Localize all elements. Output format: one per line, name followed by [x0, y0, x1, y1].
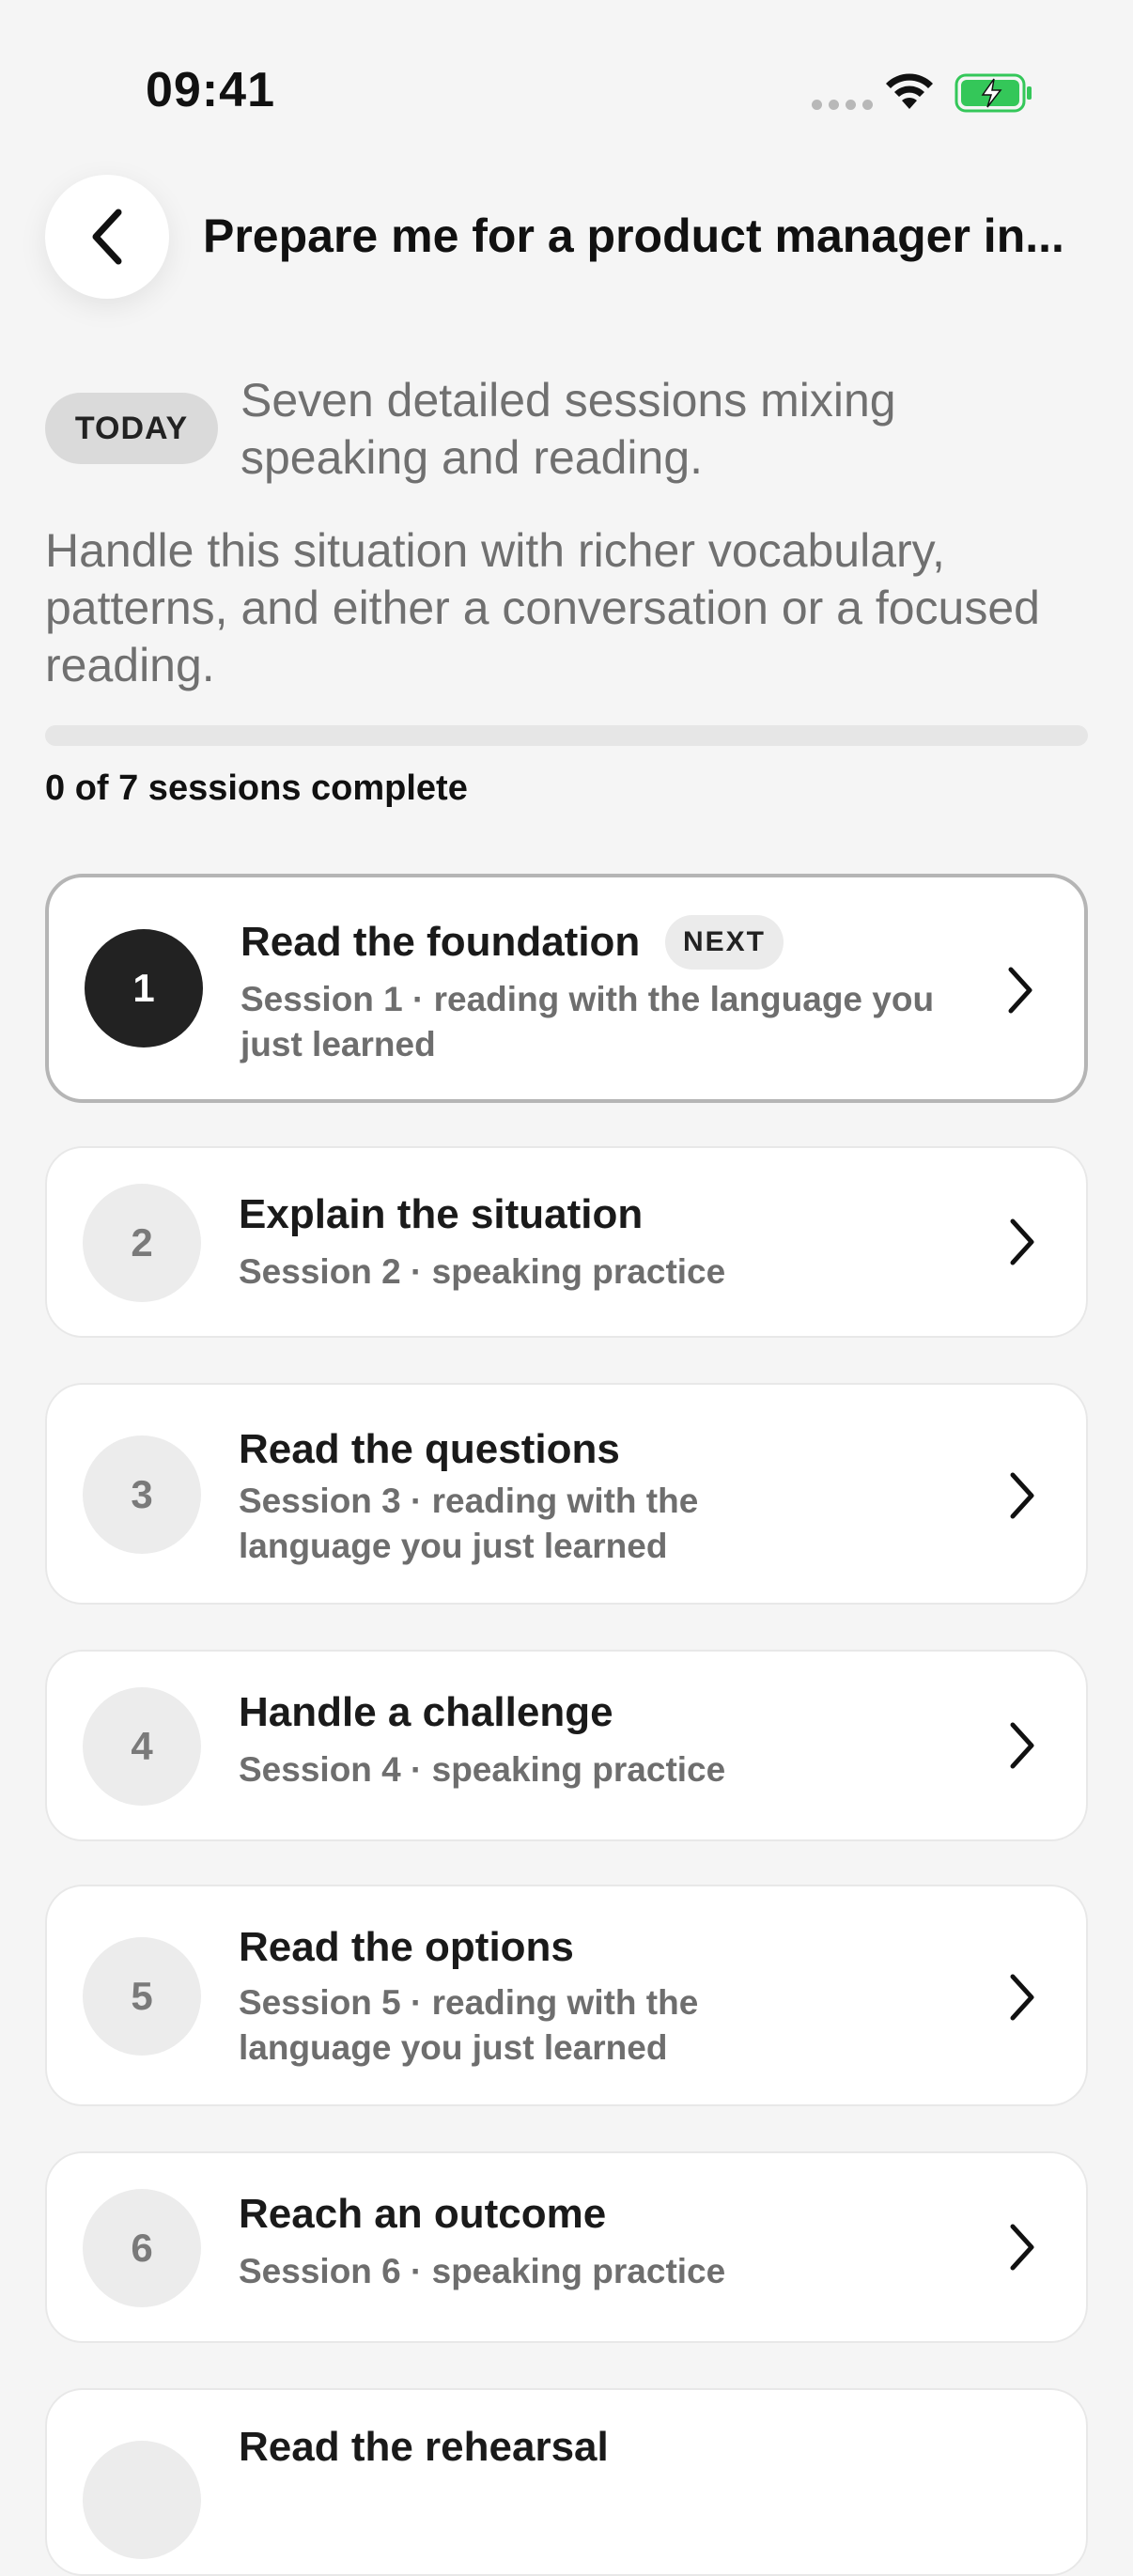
session-card-6[interactable]: 6 Reach an outcome Session 6 · speaking … — [45, 2151, 1088, 2343]
wifi-icon — [886, 73, 933, 109]
session-title: Explain the situation — [239, 1191, 644, 1237]
session-number — [83, 2441, 201, 2559]
session-number: 4 — [83, 1687, 201, 1806]
session-subtitle: Session 5 · reading with the language yo… — [239, 1983, 699, 2067]
progress-label: 0 of 7 sessions complete — [45, 768, 468, 808]
plan-description: Handle this situation with richer vocabu… — [45, 524, 1040, 691]
status-time: 09:41 — [146, 63, 275, 117]
battery-charging-icon — [955, 73, 1032, 113]
session-card-7[interactable]: Read the rehearsal — [45, 2388, 1088, 2576]
status-bar: 09:41 — [0, 0, 1133, 178]
session-number: 5 — [83, 1937, 201, 2056]
back-button[interactable] — [45, 175, 169, 299]
session-title: Read the foundation — [241, 919, 641, 965]
session-subtitle: Session 3 · reading with the language yo… — [239, 1482, 699, 1565]
chevron-right-icon — [1010, 1218, 1034, 1265]
chevron-right-icon — [1008, 967, 1032, 1014]
today-badge: TODAY — [45, 393, 218, 464]
chevron-left-icon — [92, 209, 122, 265]
chevron-right-icon — [1010, 1722, 1034, 1769]
session-subtitle: Session 4 · speaking practice — [239, 1750, 726, 1789]
session-subtitle: Session 6 · speaking practice — [239, 2252, 726, 2290]
session-title: Read the rehearsal — [239, 2424, 609, 2470]
chevron-right-icon — [1010, 2224, 1034, 2271]
session-card-2[interactable]: 2 Explain the situation Session 2 · spea… — [45, 1146, 1088, 1338]
session-number: 1 — [85, 929, 203, 1047]
session-number: 6 — [83, 2189, 201, 2307]
page-title: Prepare me for a product manager in... — [203, 209, 1064, 262]
session-card-3[interactable]: 3 Read the questions Session 3 · reading… — [45, 1383, 1088, 1605]
session-card-5[interactable]: 5 Read the options Session 5 · reading w… — [45, 1885, 1088, 2106]
session-subtitle: Session 2 · speaking practice — [239, 1252, 726, 1291]
session-card-1[interactable]: 1 Read the foundation NEXT Session 1 · r… — [45, 874, 1088, 1103]
session-card-4[interactable]: 4 Handle a challenge Session 4 · speakin… — [45, 1650, 1088, 1841]
next-badge: NEXT — [665, 915, 784, 970]
chevron-right-icon — [1010, 1472, 1034, 1519]
session-subtitle: Session 1 · reading with the language yo… — [241, 980, 935, 1063]
session-number: 3 — [83, 1435, 201, 1554]
session-number: 2 — [83, 1184, 201, 1302]
session-title: Reach an outcome — [239, 2191, 607, 2237]
session-title: Handle a challenge — [239, 1689, 613, 1735]
session-title: Read the questions — [239, 1426, 620, 1472]
cellular-signal-icon — [812, 100, 873, 110]
progress-bar — [45, 725, 1088, 746]
chevron-right-icon — [1010, 1974, 1034, 2021]
session-title: Read the options — [239, 1924, 574, 1970]
plan-summary: Seven detailed sessions mixing speaking … — [241, 374, 896, 484]
